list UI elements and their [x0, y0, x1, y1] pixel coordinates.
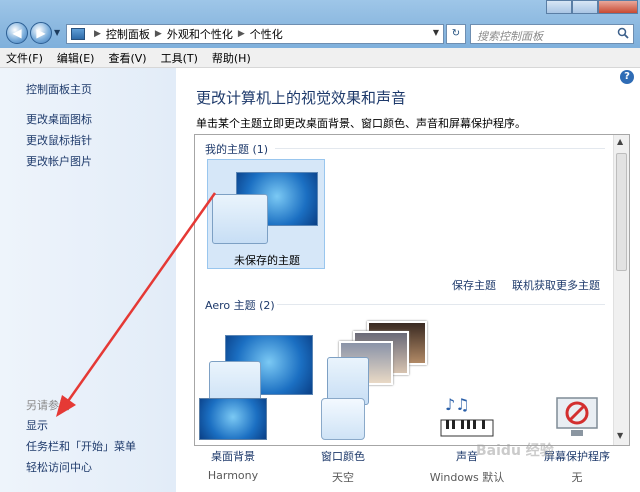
group-divider: [275, 148, 605, 149]
control-panel-icon: [71, 28, 85, 40]
my-themes-heading: 我的主题 (1): [205, 143, 269, 156]
minimize-button[interactable]: [546, 0, 572, 14]
see-also-heading: 另请参阅: [26, 399, 70, 412]
sidebar: 控制面板主页 更改桌面图标 更改鼠标指针 更改帐户图片 另请参阅 显示 任务栏和…: [0, 68, 176, 492]
address-bar[interactable]: ▶ 控制面板 ▶ 外观和个性化 ▶ 个性化 ▼: [66, 24, 444, 44]
help-icon[interactable]: ?: [620, 70, 634, 84]
window-color-icon: [307, 394, 379, 442]
bottom-item-value: 天空: [332, 471, 354, 484]
bottom-item-value: Windows 默认: [429, 471, 505, 484]
bottom-item-label: 窗口颜色: [321, 450, 365, 463]
maximize-button[interactable]: [572, 0, 598, 14]
menu-view[interactable]: 查看(V): [108, 50, 146, 66]
title-bar: ◀ ▶ ▼ ▶ 控制面板 ▶ 外观和个性化 ▶ 个性化 ▼ ↻ 搜索控制面板: [0, 0, 640, 48]
sound-icon: ♪♫: [431, 394, 503, 442]
back-arrow-icon[interactable]: ◀: [6, 22, 28, 44]
chevron-right-icon[interactable]: ▶: [155, 29, 162, 39]
bottom-item-label: 桌面背景: [211, 450, 255, 463]
scroll-up-icon[interactable]: ▲: [617, 137, 623, 146]
chevron-right-icon[interactable]: ▶: [238, 29, 245, 39]
get-more-themes-link[interactable]: 联机获取更多主题: [512, 277, 600, 293]
page-title: 更改计算机上的视觉效果和声音: [196, 89, 407, 107]
breadcrumb-control-panel[interactable]: 控制面板: [106, 26, 150, 42]
bottom-item-value: 无: [571, 471, 583, 484]
bottom-item-value: Harmony: [207, 469, 259, 482]
sidebar-link-ease-of-access[interactable]: 轻松访问中心: [26, 459, 92, 475]
menu-edit[interactable]: 编辑(E): [57, 50, 95, 66]
theme-tile-unsaved[interactable]: 未保存的主题: [207, 159, 325, 269]
close-button[interactable]: [598, 0, 638, 14]
screensaver-icon: [541, 394, 613, 442]
sidebar-link-taskbar[interactable]: 任务栏和「开始」菜单: [26, 438, 136, 454]
window-color-button[interactable]: 窗口颜色 天空: [288, 394, 398, 485]
window-preview: [212, 194, 268, 244]
menu-file[interactable]: 文件(F): [6, 50, 43, 66]
breadcrumb-appearance[interactable]: 外观和个性化: [167, 26, 233, 42]
history-dropdown-icon[interactable]: ▼: [54, 28, 60, 37]
refresh-button[interactable]: ↻: [446, 24, 466, 44]
menu-tools[interactable]: 工具(T): [161, 50, 198, 66]
menu-bar: 文件(F) 编辑(E) 查看(V) 工具(T) 帮助(H): [0, 48, 640, 68]
sidebar-link-desktop-icons[interactable]: 更改桌面图标: [26, 111, 92, 127]
group-divider: [277, 304, 605, 305]
svg-text:♪♫: ♪♫: [445, 395, 470, 414]
search-input[interactable]: 搜索控制面板: [470, 24, 634, 44]
aero-themes-heading: Aero 主题 (2): [205, 299, 275, 312]
scrollbar-thumb[interactable]: [616, 153, 627, 271]
chevron-right-icon[interactable]: ▶: [94, 29, 101, 39]
sidebar-link-display[interactable]: 显示: [26, 417, 48, 433]
theme-tile-label: 未保存的主题: [234, 254, 300, 267]
search-placeholder: 搜索控制面板: [477, 30, 543, 43]
desktop-background-button[interactable]: 桌面背景 Harmony: [178, 394, 288, 482]
desktop-background-icon: [197, 394, 269, 442]
sidebar-link-mouse-pointers[interactable]: 更改鼠标指针: [26, 132, 92, 148]
page-description: 单击某个主题立即更改桌面背景、窗口颜色、声音和屏幕保护程序。: [196, 117, 526, 130]
main-content: ? 更改计算机上的视觉效果和声音 单击某个主题立即更改桌面背景、窗口颜色、声音和…: [176, 68, 640, 492]
sidebar-link-account-picture[interactable]: 更改帐户图片: [26, 153, 92, 169]
menu-help[interactable]: 帮助(H): [212, 50, 251, 66]
watermark-text: Baidu 经验: [476, 443, 554, 459]
search-icon[interactable]: [617, 27, 629, 39]
forward-arrow-icon[interactable]: ▶: [30, 22, 52, 44]
breadcrumb-personalization[interactable]: 个性化: [250, 26, 283, 42]
save-theme-link[interactable]: 保存主题: [452, 277, 496, 293]
sidebar-link-control-panel-home[interactable]: 控制面板主页: [26, 81, 92, 97]
address-dropdown-icon[interactable]: ▼: [433, 28, 439, 37]
